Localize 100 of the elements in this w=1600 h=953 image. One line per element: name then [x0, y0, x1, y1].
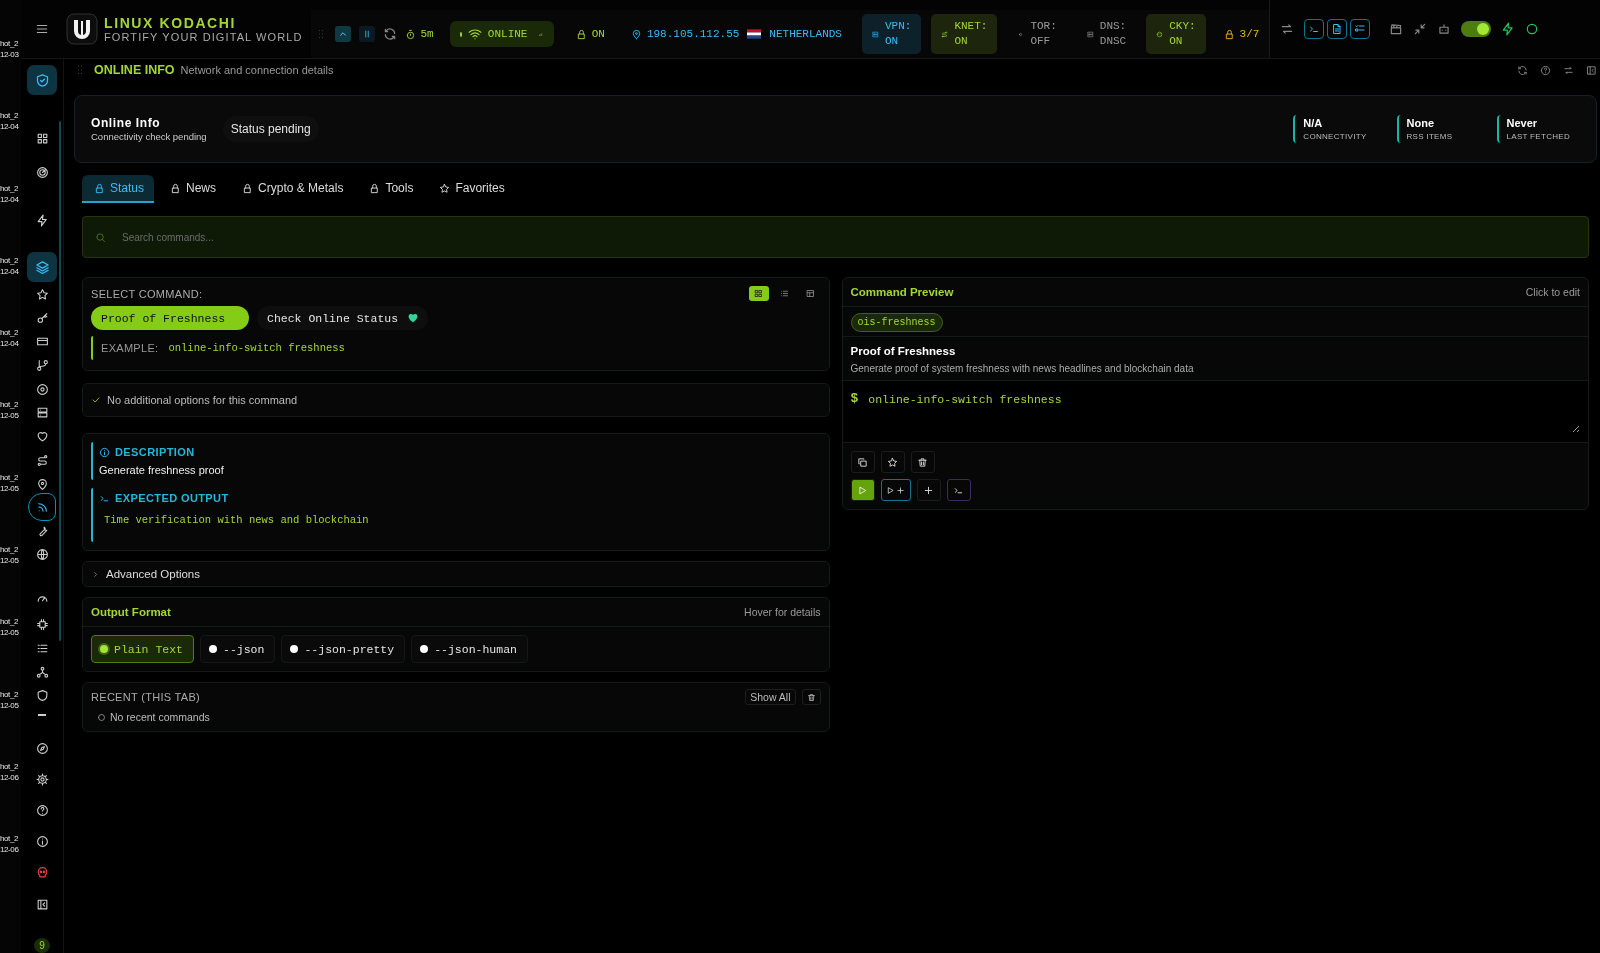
robot-icon[interactable] [1437, 22, 1452, 36]
card-subtitle: Connectivity check pending [91, 131, 207, 142]
status-chip[interactable]: TOR: OFF [1007, 14, 1067, 54]
delete-button[interactable] [910, 451, 935, 473]
file-label[interactable]: hot_2 [0, 760, 19, 772]
search-input[interactable]: Search commands... [120, 230, 1576, 244]
terminal-button[interactable] [1304, 19, 1325, 39]
compass-icon [35, 741, 49, 755]
file-label[interactable]: 12-04 [0, 338, 19, 350]
file-label[interactable]: hot_2 [0, 327, 19, 339]
status-chip[interactable]: KNET: ON [931, 14, 998, 54]
file-label[interactable]: 12-06 [0, 771, 19, 783]
lock-icon [1223, 28, 1235, 40]
plus-icon [923, 484, 934, 496]
output-heading: EXPECTED OUTPUT [115, 492, 229, 504]
lightning-icon[interactable] [1501, 22, 1516, 36]
shield-icon [35, 688, 49, 702]
file-label[interactable]: 12-06 [0, 844, 19, 856]
file-label[interactable]: hot_2 [0, 254, 19, 266]
checklist-button[interactable] [1350, 19, 1371, 39]
file-label[interactable]: hot_2 [0, 399, 19, 411]
view-toggle[interactable] [748, 286, 769, 301]
format-option[interactable]: Plain Text [91, 635, 194, 663]
sidebar-item[interactable] [27, 65, 57, 95]
help-icon[interactable] [1540, 64, 1551, 76]
file-label[interactable]: hot_2 [0, 544, 19, 556]
file-label[interactable]: hot_2 [0, 471, 19, 483]
file-label[interactable]: 12-05 [0, 627, 19, 639]
refresh-icon[interactable] [1517, 64, 1528, 76]
clapperboard-icon[interactable] [1389, 22, 1404, 36]
file-label[interactable]: 12-05 [0, 699, 19, 711]
document-button[interactable] [1327, 19, 1348, 39]
run-with-options-button[interactable] [880, 479, 911, 501]
connection-status[interactable]: ONLINE [449, 21, 554, 47]
grid-icon [754, 289, 763, 298]
command-editor[interactable]: online-info-switch freshness [868, 391, 1580, 433]
count-badge: 9 [34, 938, 50, 953]
clear-button[interactable] [801, 689, 821, 705]
refresh-icon[interactable] [382, 27, 397, 41]
app-title: LINUX KODACHI [104, 15, 237, 31]
command-field[interactable]: $ online-info-switch freshness [842, 381, 1588, 443]
file-label[interactable]: hot_2 [0, 110, 19, 122]
run-button[interactable] [850, 479, 875, 501]
radar-icon [35, 165, 49, 179]
plus-icon [896, 485, 905, 495]
route-icon [35, 453, 49, 467]
file-label[interactable]: hot_2 [0, 833, 19, 845]
file-label[interactable]: 12-03 [0, 49, 19, 60]
show-all-button[interactable]: Show All [745, 689, 796, 705]
format-option[interactable]: --json-human [411, 635, 528, 663]
tab[interactable]: Tools [357, 175, 424, 203]
status-chip[interactable]: CKY: ON [1146, 14, 1206, 54]
section-subtitle: Network and connection details [180, 64, 334, 76]
add-button[interactable] [916, 479, 941, 501]
sidebar-item[interactable] [27, 252, 57, 282]
format-option[interactable]: --json [200, 635, 276, 663]
format-option[interactable]: --json-pretty [281, 635, 406, 663]
collapse-button[interactable] [334, 26, 351, 42]
file-label[interactable]: 12-04 [0, 265, 19, 277]
tab[interactable]: Favorites [427, 175, 515, 203]
copy-button[interactable] [850, 451, 875, 473]
country-name: NETHERLANDS [769, 28, 842, 40]
list-icon [780, 289, 789, 298]
tab[interactable]: Status [82, 175, 155, 203]
file-label[interactable]: 12-04 [0, 193, 19, 205]
file-label[interactable]: 12-05 [0, 482, 19, 494]
lock-icon [94, 182, 105, 194]
power-toggle[interactable] [1461, 21, 1492, 37]
command-tag: ois-freshness [850, 313, 943, 332]
star-icon [887, 456, 898, 468]
tab[interactable]: Crypto & Metals [230, 175, 354, 203]
file-label[interactable]: hot_2 [0, 688, 19, 700]
panel-icon[interactable] [1586, 64, 1597, 76]
status-chip[interactable]: DNS: DNSC [1076, 14, 1137, 54]
command-chip[interactable]: Proof of Freshness [91, 306, 249, 330]
file-label[interactable]: 12-05 [0, 410, 19, 422]
file-label[interactable]: hot_2 [0, 616, 19, 628]
status-chip[interactable]: VPN: ON [861, 14, 922, 54]
advanced-options-toggle[interactable]: Advanced Options [82, 561, 830, 587]
output-format-title: Output Format [91, 606, 171, 618]
file-label[interactable]: 12-04 [0, 121, 19, 133]
swap-icon[interactable] [1280, 22, 1295, 36]
tab[interactable]: News [158, 175, 227, 203]
star-icon [439, 182, 451, 194]
command-chip[interactable]: Check Online Status [257, 306, 429, 330]
stat-value: None [1406, 117, 1436, 129]
file-label[interactable]: hot_2 [0, 38, 19, 49]
swap-icon[interactable] [1563, 64, 1574, 76]
pause-button[interactable] [358, 26, 375, 42]
compress-icon[interactable] [1413, 22, 1428, 36]
timer-icon [404, 28, 416, 40]
lock-icon [170, 182, 182, 194]
network-icon [35, 665, 49, 679]
minus-icon [38, 714, 46, 716]
file-label[interactable]: 12-05 [0, 555, 19, 567]
favorite-button[interactable] [880, 451, 905, 473]
file-label[interactable]: hot_2 [0, 182, 19, 194]
menu-icon [35, 22, 49, 36]
open-terminal-button[interactable] [946, 479, 971, 501]
search-field[interactable]: Search commands... [82, 216, 1589, 258]
